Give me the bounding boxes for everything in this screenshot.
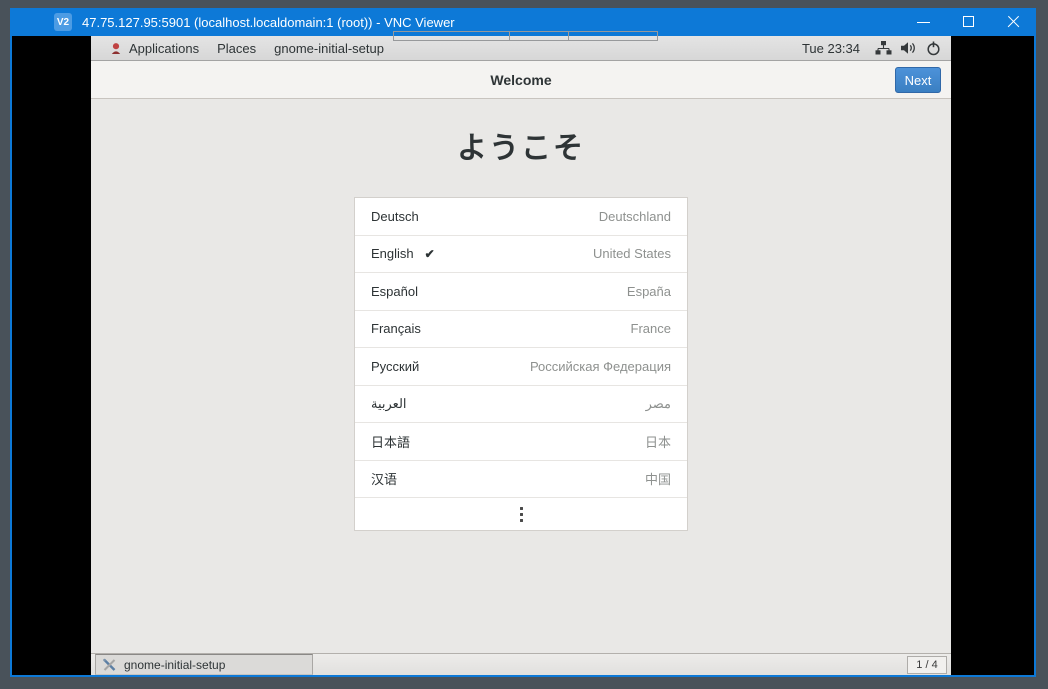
toolbar-divider [568,32,569,40]
toolbar-divider [509,32,510,40]
initial-setup-window: Welcome Next ようこそ Deutsch Deutschland En… [91,61,951,653]
next-button[interactable]: Next [895,67,941,93]
language-row-arabic[interactable]: العربية مصر [355,386,687,424]
language-name: 汉语 [371,469,397,488]
language-region: España [627,284,671,299]
places-menu[interactable]: Places [208,41,265,56]
selected-check-icon: ✔ [425,247,435,261]
welcome-heading: ようこそ [457,123,585,167]
language-row-english[interactable]: English ✔ United States [355,236,687,274]
applications-menu[interactable]: Applications [101,41,208,56]
minimize-icon [917,22,930,23]
applications-menu-label: Applications [129,41,199,56]
language-region: United States [593,246,671,261]
language-region: 中国 [645,469,671,488]
language-name: العربية [371,396,407,412]
language-region: France [631,321,671,336]
vnc-toolbar-peek[interactable] [393,31,658,41]
language-name: Français [371,321,421,336]
language-region: 日本 [645,432,671,451]
language-name: Español [371,284,418,299]
language-region: Российская Федерация [530,359,671,374]
language-name: 日本語 [371,432,410,451]
clock[interactable]: Tue 23:34 [802,41,866,56]
active-app-menu[interactable]: gnome-initial-setup [265,41,393,56]
network-icon[interactable] [875,41,892,55]
vnc-logo-icon: V2 [54,13,72,31]
applications-menu-icon [110,42,122,55]
setup-headerbar: Welcome Next [91,61,951,99]
topbar-status-area: Tue 23:34 [802,41,941,56]
language-row-francais[interactable]: Français France [355,311,687,349]
language-name: Русский [371,359,419,374]
language-region: Deutschland [599,209,671,224]
taskbar: gnome-initial-setup 1 / 4 [91,653,951,675]
language-row-chinese[interactable]: 汉语 中国 [355,461,687,499]
language-row-espanol[interactable]: Español España [355,273,687,311]
window-controls [901,8,1036,36]
maximize-icon [963,16,974,27]
page-title: Welcome [490,72,551,88]
setup-body: ようこそ Deutsch Deutschland English ✔ Unite… [91,99,951,653]
places-menu-label: Places [217,41,256,56]
volume-icon[interactable] [901,41,917,55]
minimize-button[interactable] [901,8,946,36]
language-row-deutsch[interactable]: Deutsch Deutschland [355,198,687,236]
power-icon[interactable] [926,41,941,56]
language-list: Deutsch Deutschland English ✔ United Sta… [354,197,688,531]
more-languages-icon [520,513,523,516]
close-button[interactable] [991,8,1036,36]
taskbar-item-gnome-initial-setup[interactable]: gnome-initial-setup [95,654,313,675]
language-row-japanese[interactable]: 日本語 日本 [355,423,687,461]
vnc-remote-screen: Applications Places gnome-initial-setup … [12,36,1034,675]
remote-desktop: Applications Places gnome-initial-setup … [91,36,951,675]
window-title: 47.75.127.95:5901 (localhost.localdomain… [82,15,455,30]
taskbar-item-label: gnome-initial-setup [124,658,225,672]
language-row-russian[interactable]: Русский Российская Федерация [355,348,687,386]
language-name: English [371,246,414,261]
maximize-button[interactable] [946,8,991,36]
more-languages-button[interactable] [355,498,687,530]
language-region: مصر [646,396,671,412]
workspace-pager[interactable]: 1 / 4 [907,656,947,674]
active-app-menu-label: gnome-initial-setup [274,41,384,56]
vnc-viewer-window: V2 47.75.127.95:5901 (localhost.localdom… [10,8,1036,677]
language-name: Deutsch [371,209,419,224]
tools-icon [102,658,117,672]
